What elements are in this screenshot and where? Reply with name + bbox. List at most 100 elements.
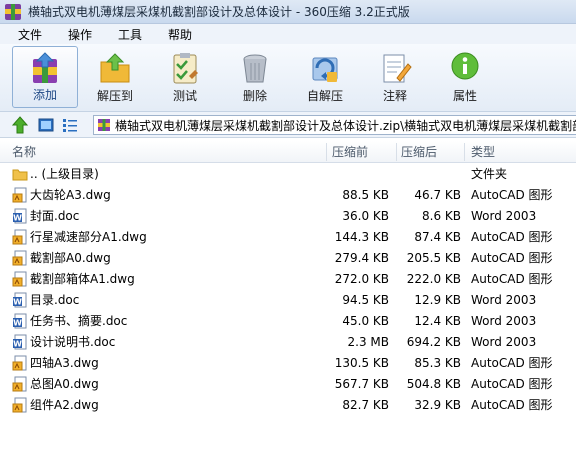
column-packed[interactable]: 压缩后 [397,141,437,163]
trash-bin-icon [243,54,267,83]
file-packed-size: 12.9 KB [414,293,461,307]
file-type: AutoCAD 图形 [471,377,553,391]
file-name: 大齿轮A3.dwg [30,188,111,202]
dwg-file-icon [12,250,27,266]
add-label: 添加 [32,88,57,102]
test-button[interactable]: 测试 [152,46,218,108]
self-extract-icon [312,57,338,82]
file-row[interactable]: 截割部A0.dwg 279.4 KB 205.5 KB AutoCAD 图形 [0,248,576,269]
file-name: 设计说明书.doc [30,335,116,349]
sfx-button[interactable]: 自解压 [292,46,358,108]
file-type: Word 2003 [471,293,537,307]
file-packed-size: 85.3 KB [414,356,461,370]
zip-archive-icon [98,119,110,131]
file-name: 目录.doc [30,293,80,307]
file-name: .. (上级目录) [30,167,99,181]
file-type: AutoCAD 图形 [471,398,553,412]
file-name: 组件A2.dwg [30,398,99,412]
file-row[interactable]: W 目录.doc 94.5 KB 12.9 KB Word 2003 [0,290,576,311]
file-type: AutoCAD 图形 [471,272,553,286]
title-bar: 横轴式双电机薄煤层采煤机截割部设计及总体设计 - 360压缩 3.2正式版 [0,0,576,24]
file-size: 88.5 KB [342,188,389,202]
file-list-header: 名称 压缩前 压缩后 类型 [0,141,576,163]
file-packed-size: 87.4 KB [414,230,461,244]
dwg-file-icon [12,355,27,371]
extract-button[interactable]: 解压到 [82,46,148,108]
extract-folder-icon [100,53,130,83]
list-view-icon[interactable] [62,117,78,133]
menu-file[interactable]: 文件 [18,26,42,43]
file-name: 截割部A0.dwg [30,251,111,265]
dwg-file-icon [12,397,27,413]
file-name: 封面.doc [30,209,80,223]
file-size: 36.0 KB [342,209,389,223]
file-name: 总图A0.dwg [30,377,99,391]
file-size: 567.7 KB [334,377,389,391]
file-size: 272.0 KB [334,272,389,286]
comment-label: 注释 [382,89,407,103]
menu-tools[interactable]: 工具 [118,26,142,43]
file-row[interactable]: W 任务书、摘要.doc 45.0 KB 12.4 KB Word 2003 [0,311,576,332]
properties-label: 属性 [452,89,477,103]
file-type: Word 2003 [471,314,537,328]
file-row[interactable]: 四轴A3.dwg 130.5 KB 85.3 KB AutoCAD 图形 [0,353,576,374]
file-type: AutoCAD 图形 [471,230,553,244]
file-packed-size: 504.8 KB [406,377,461,391]
menu-help[interactable]: 帮助 [168,26,192,43]
file-size: 130.5 KB [334,356,389,370]
info-icon [451,52,479,80]
dwg-file-icon [12,376,27,392]
path-field[interactable]: 横轴式双电机薄煤层采煤机截割部设计及总体设计.zip\横轴式双电机薄煤层采煤机截… [93,115,576,135]
delete-label: 删除 [242,89,267,103]
app-icon [4,3,22,21]
file-row[interactable]: W 设计说明书.doc 2.3 MB 694.2 KB Word 2003 [0,332,576,353]
doc-file-icon: W [13,208,27,224]
file-row[interactable]: 行星减速部分A1.dwg 144.3 KB 87.4 KB AutoCAD 图形 [0,227,576,248]
menu-operation[interactable]: 操作 [68,26,92,43]
file-row-parent[interactable]: .. (上级目录) 文件夹 [0,164,576,185]
file-row[interactable]: 截割部箱体A1.dwg 272.0 KB 222.0 KB AutoCAD 图形 [0,269,576,290]
svg-text:W: W [13,298,22,307]
file-size: 279.4 KB [334,251,389,265]
file-type: AutoCAD 图形 [471,356,553,370]
doc-file-icon: W [13,334,27,350]
file-type: AutoCAD 图形 [471,251,553,265]
delete-button[interactable]: 删除 [222,46,288,108]
file-name: 行星减速部分A1.dwg [30,230,147,244]
file-packed-size: 46.7 KB [414,188,461,202]
file-size: 144.3 KB [334,230,389,244]
file-packed-size: 205.5 KB [406,251,461,265]
column-type[interactable]: 类型 [467,141,495,163]
dwg-file-icon [12,271,27,287]
file-row[interactable]: 组件A2.dwg 82.7 KB 32.9 KB AutoCAD 图形 [0,395,576,416]
window-title: 横轴式双电机薄煤层采煤机截割部设计及总体设计 - 360压缩 3.2正式版 [28,5,410,19]
file-size: 82.7 KB [342,398,389,412]
add-button[interactable]: 添加 [12,46,78,108]
dwg-file-icon [12,229,27,245]
file-name: 四轴A3.dwg [30,356,99,370]
thumbnail-view-icon[interactable] [38,117,54,133]
file-size: 2.3 MB [347,335,389,349]
file-packed-size: 222.0 KB [406,272,461,286]
column-name[interactable]: 名称 [8,141,36,163]
file-size: 94.5 KB [342,293,389,307]
file-row[interactable]: 大齿轮A3.dwg 88.5 KB 46.7 KB AutoCAD 图形 [0,185,576,206]
column-size[interactable]: 压缩前 [328,141,368,163]
address-bar: 横轴式双电机薄煤层采煤机截割部设计及总体设计.zip\横轴式双电机薄煤层采煤机截… [0,112,576,138]
test-label: 测试 [172,89,197,103]
menu-bar: 文件 操作 工具 帮助 [0,24,576,44]
file-row[interactable]: W 封面.doc 36.0 KB 8.6 KB Word 2003 [0,206,576,227]
file-type: AutoCAD 图形 [471,188,553,202]
file-packed-size: 8.6 KB [422,209,461,223]
sfx-label: 自解压 [306,89,343,103]
arrow-up-icon[interactable] [12,116,28,134]
file-type: Word 2003 [471,209,537,223]
toolbar: 添加 解压到 测试 删除 自解压 注释 属性 [0,44,576,112]
file-size: 45.0 KB [342,314,389,328]
file-packed-size: 694.2 KB [406,335,461,349]
file-row[interactable]: 总图A0.dwg 567.7 KB 504.8 KB AutoCAD 图形 [0,374,576,395]
comment-button[interactable]: 注释 [362,46,428,108]
properties-button[interactable]: 属性 [432,46,498,108]
file-packed-size: 32.9 KB [414,398,461,412]
svg-text:W: W [13,340,22,349]
